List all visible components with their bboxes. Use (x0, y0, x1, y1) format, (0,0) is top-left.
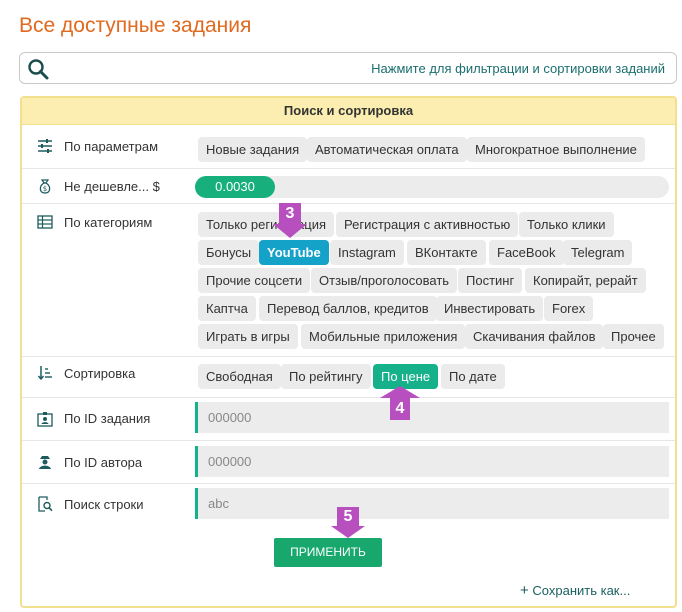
search-string-label: Поиск строки (64, 497, 144, 512)
chip-cat-reg-activity[interactable]: Регистрация с активностью (336, 212, 519, 237)
chip-cat-games[interactable]: Играть в игры (198, 324, 298, 349)
author-id-label: По ID автора (64, 455, 143, 470)
task-id-input[interactable]: 000000 (195, 402, 669, 433)
marker-3-label: 3 (285, 205, 295, 222)
search-icon (28, 59, 49, 80)
sort-icon (37, 366, 52, 381)
chip-cat-other[interactable]: Прочее (603, 324, 664, 349)
chip-cat-downloads[interactable]: Скачивания файлов (465, 324, 604, 349)
author-id-row: По ID автора 000000 (22, 440, 675, 483)
apply-button[interactable]: ПРИМЕНИТЬ (274, 538, 382, 567)
chip-cat-invest[interactable]: Инвестировать (436, 296, 544, 321)
params-row: По параметрам Новые задания Автоматическ… (22, 125, 675, 167)
chip-auto-payment[interactable]: Автоматическая оплата (307, 137, 467, 162)
filter-hint: Нажмите для фильтрации и сортировки зада… (371, 61, 665, 76)
chip-sort-free[interactable]: Свободная (198, 364, 281, 389)
arrow-up-icon (380, 386, 420, 398)
chip-multiple[interactable]: Многократное выполнение (467, 137, 645, 162)
chip-cat-mobile-apps[interactable]: Мобильные приложения (301, 324, 466, 349)
chip-cat-youtube[interactable]: YouTube (259, 240, 329, 265)
table-icon (37, 215, 53, 229)
marker-4: 4 (390, 398, 410, 420)
price-value[interactable]: 0.0030 (195, 176, 275, 198)
categories-row: По категориям Только регистрация Регистр… (22, 203, 675, 356)
user-icon (39, 456, 51, 469)
chip-cat-posting[interactable]: Постинг (458, 268, 523, 293)
sort-row: Сортировка Свободная По рейтингу По цене… (22, 356, 675, 397)
price-row: $ Не дешевле... $ 0.0030 (22, 168, 675, 203)
svg-text:$: $ (43, 185, 47, 193)
chip-cat-captcha[interactable]: Каптча (198, 296, 256, 321)
chip-cat-instagram[interactable]: Instagram (330, 240, 404, 265)
arrow-down-icon (273, 224, 307, 238)
task-id-row: По ID задания 000000 (22, 397, 675, 440)
sort-label: Сортировка (64, 366, 136, 381)
task-id-label: По ID задания (64, 411, 151, 426)
chip-cat-vkontakte[interactable]: ВКонтакте (407, 240, 486, 265)
chip-cat-forex[interactable]: Forex (544, 296, 594, 321)
marker-5-label: 5 (343, 508, 353, 525)
chip-cat-copywriting[interactable]: Копирайт, рерайт (525, 268, 646, 293)
price-label: Не дешевле... $ (64, 179, 160, 194)
chip-cat-clicks[interactable]: Только клики (519, 212, 614, 237)
price-slider[interactable]: 0.0030 (195, 176, 669, 198)
chip-cat-other-social[interactable]: Прочие соцсети (198, 268, 311, 293)
filter-toggle-bar[interactable]: Нажмите для фильтрации и сортировки зада… (19, 52, 677, 84)
chip-sort-rating[interactable]: По рейтингу (281, 364, 371, 389)
categories-label: По категориям (64, 215, 153, 230)
params-label: По параметрам (64, 139, 159, 154)
plus-icon: + (520, 582, 529, 599)
chip-cat-telegram[interactable]: Telegram (563, 240, 633, 265)
marker-3: 3 (279, 203, 301, 224)
marker-4-label: 4 (395, 400, 405, 417)
id-card-icon (37, 412, 53, 427)
author-id-input[interactable]: 000000 (195, 446, 669, 477)
page-title: Все доступные задания (19, 14, 252, 37)
panel-title: Поиск и сортировка (22, 98, 675, 125)
chip-cat-review-vote[interactable]: Отзыв/проголосовать (311, 268, 458, 293)
arrow-down-icon (331, 526, 365, 538)
chip-cat-transfer[interactable]: Перевод баллов, кредитов (259, 296, 437, 321)
sliders-icon (38, 139, 52, 153)
chip-cat-facebook[interactable]: FaceBook (489, 240, 564, 265)
chip-cat-bonuses[interactable]: Бонусы (198, 240, 260, 265)
search-string-input[interactable]: abc (195, 488, 669, 519)
save-as-link[interactable]: + Сохранить как... (520, 582, 630, 599)
save-as-label: Сохранить как... (532, 583, 631, 598)
chip-new-tasks[interactable]: Новые задания (198, 137, 308, 162)
money-bag-icon: $ (39, 179, 51, 194)
chip-sort-date[interactable]: По дате (441, 364, 505, 389)
chip-cat-reg-only[interactable]: Только регистрация (198, 212, 335, 237)
marker-5: 5 (337, 507, 359, 526)
document-search-icon (38, 496, 53, 512)
